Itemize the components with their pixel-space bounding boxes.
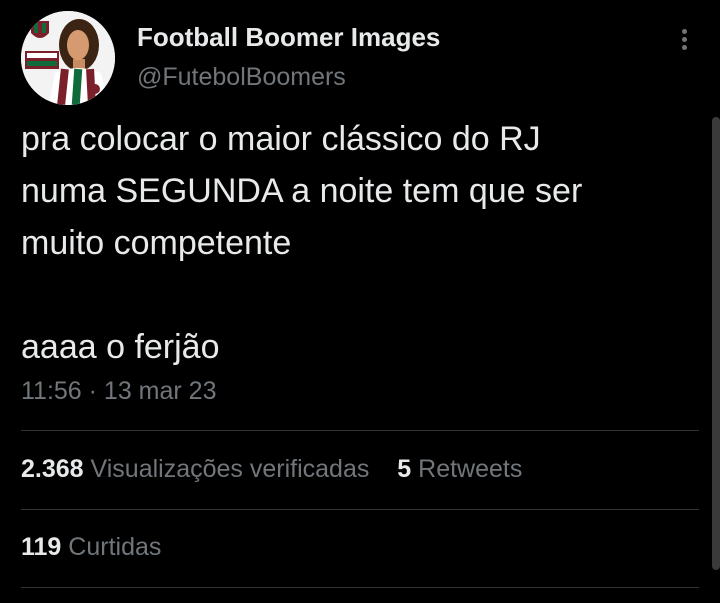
profile-photo-icon [21,11,115,105]
views-label: Visualizações verificadas [90,455,370,483]
scrollbar[interactable] [712,117,720,570]
retweets-stat[interactable]: 5 Retweets [397,455,522,483]
user-handle[interactable]: @FutebolBoomers [137,63,346,92]
tweet-text: pra colocar o maior clássico do RJ numa … [21,120,583,366]
retweets-count: 5 [397,455,412,483]
divider [21,509,699,510]
divider [21,587,699,588]
avatar[interactable] [21,11,115,105]
more-options-icon[interactable] [674,24,696,54]
views-count: 2.368 [21,455,84,483]
likes-count: 119 [21,533,62,561]
likes-label: Curtidas [68,533,162,561]
tweet-timestamp[interactable]: 11:56 · 13 mar 23 [21,377,216,406]
views-stat[interactable]: 2.368 Visualizações verificadas [21,455,376,483]
dot [682,29,687,34]
stats-row: 2.368 Visualizações verificadas 5 Retwee… [21,455,522,484]
likes-stat[interactable]: 119 Curtidas [21,533,161,562]
divider [21,430,699,431]
dot [682,45,687,50]
retweets-label: Retweets [418,455,523,483]
dot [682,37,687,42]
display-name[interactable]: Football Boomer Images [137,22,440,53]
